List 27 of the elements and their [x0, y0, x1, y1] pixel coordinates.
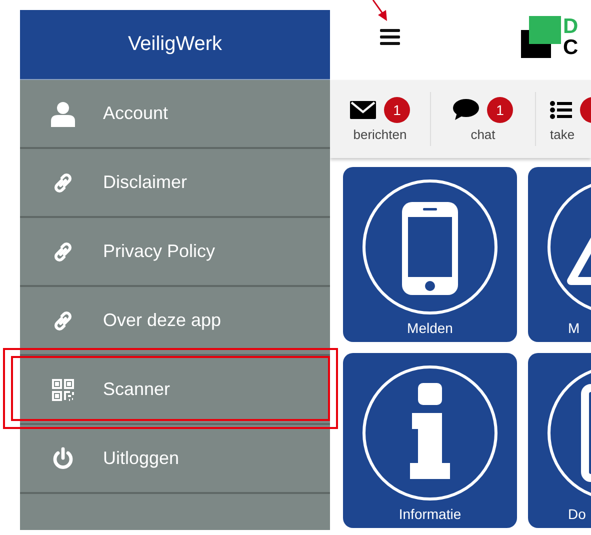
menu-item[interactable]: Uitloggen — [20, 425, 330, 494]
qr-code-icon — [50, 378, 76, 400]
tile-button[interactable]: Do — [528, 353, 591, 528]
logo-text: D — [563, 16, 578, 37]
menu-item[interactable]: Privacy Policy — [20, 218, 330, 287]
annotation-arrow — [372, 0, 388, 22]
tab-button[interactable]: take — [536, 92, 591, 146]
envelope-icon — [350, 101, 376, 119]
tab-button[interactable]: 1 berichten — [330, 92, 431, 146]
tile-button[interactable]: M — [528, 167, 591, 342]
logo-icon — [521, 16, 561, 58]
badge: 1 — [487, 97, 513, 123]
tile-button[interactable]: Melden — [343, 167, 517, 342]
user-icon — [50, 100, 76, 126]
badge: 1 — [384, 97, 410, 123]
speech-bubble-icon — [453, 99, 479, 121]
logo-text: C — [563, 37, 578, 58]
menu-item[interactable]: Over deze app — [20, 287, 330, 356]
phone-icon — [360, 177, 500, 317]
menu-item[interactable]: Disclaimer — [20, 149, 330, 218]
tab-button[interactable]: 1 chat — [431, 92, 536, 146]
tile-button[interactable]: Informatie — [343, 353, 517, 528]
list-icon — [550, 101, 572, 119]
info-icon — [360, 363, 500, 503]
menu-item[interactable]: Scanner — [20, 356, 330, 425]
menu-icon[interactable] — [380, 29, 400, 45]
app-title: VeiligWerk — [128, 33, 222, 56]
